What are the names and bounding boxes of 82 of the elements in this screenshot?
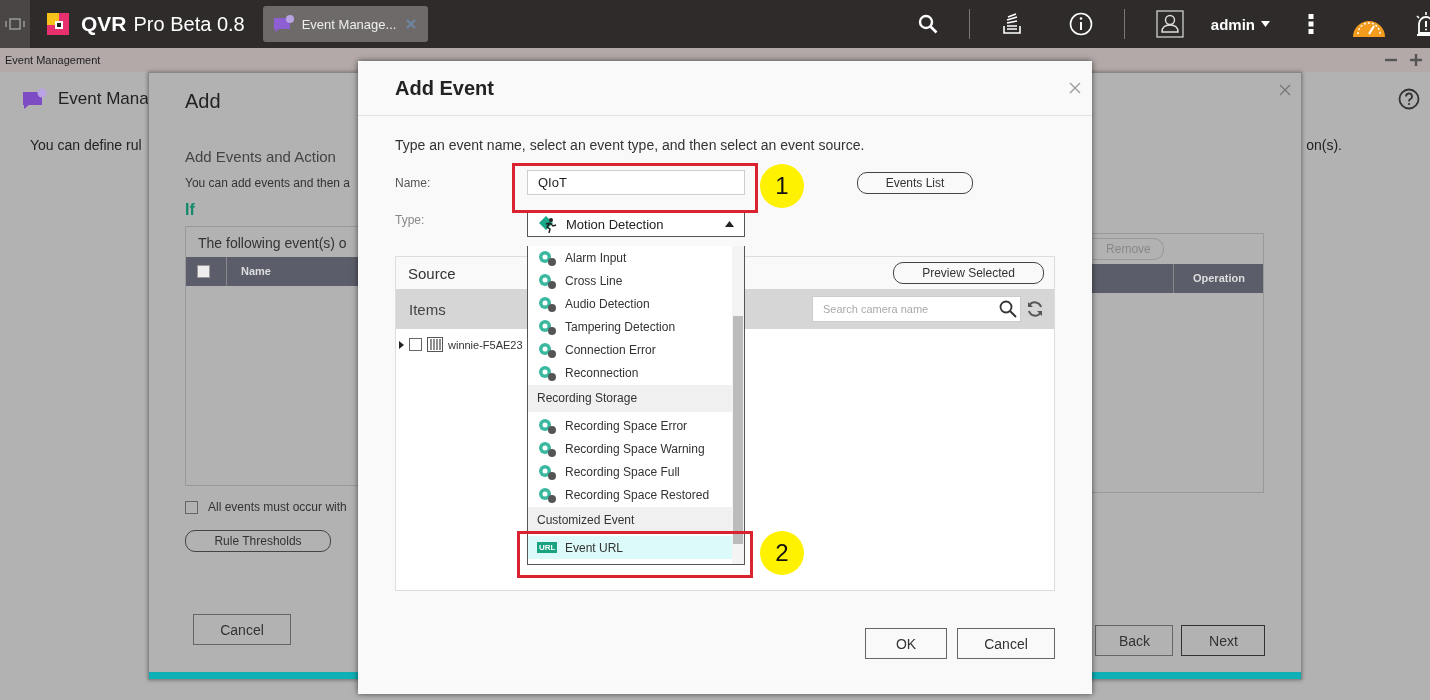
user-icon[interactable] — [1155, 10, 1184, 38]
select-all-checkbox[interactable] — [197, 265, 210, 278]
chat-bubble-icon — [272, 15, 295, 33]
type-option[interactable]: URL Event URL — [528, 536, 732, 559]
event-type-icon — [537, 439, 557, 458]
search-field[interactable]: Search camera name — [812, 296, 1021, 322]
wizard-title: Add — [185, 90, 221, 113]
help-icon[interactable] — [1398, 88, 1420, 110]
app-tab[interactable]: Event Manage... — [262, 6, 428, 42]
source-title: Source — [408, 264, 456, 282]
checkbox-label: All events must occur with — [208, 500, 347, 514]
scrollbar[interactable] — [732, 246, 744, 564]
url-badge: URL — [537, 542, 557, 553]
running-person-icon — [538, 215, 558, 233]
tree-item-label[interactable]: winnie-F5AE23 — [448, 338, 523, 351]
stack-icon[interactable] — [1000, 13, 1023, 35]
event-type-icon — [537, 271, 557, 290]
event-type-icon — [537, 340, 557, 359]
info-icon[interactable] — [1068, 12, 1093, 36]
type-label: Type: — [395, 212, 426, 227]
checkbox[interactable] — [185, 500, 198, 514]
search-icon[interactable] — [999, 300, 1017, 318]
type-option[interactable]: Alarm Input — [528, 246, 732, 269]
user-menu[interactable]: admin — [1210, 15, 1255, 33]
page-description: You can define rul — [30, 137, 142, 153]
type-option[interactable]: Connection Error — [528, 338, 732, 361]
events-list-button[interactable]: Events List — [857, 171, 973, 194]
dialog-title: Add Event — [395, 76, 494, 100]
items-label: Items — [409, 300, 446, 318]
page-title: Event Mana — [58, 89, 149, 109]
ok-button[interactable]: OK — [865, 628, 947, 659]
panel-toggle[interactable] — [0, 0, 30, 48]
tab-label: Event Manage... — [301, 16, 398, 32]
server-icon — [427, 337, 443, 352]
caret-icon — [1261, 21, 1270, 27]
name-input[interactable]: QIoT — [527, 170, 745, 195]
preview-selected-button[interactable]: Preview Selected — [893, 262, 1044, 284]
event-type-icon — [537, 363, 557, 382]
type-option[interactable]: Cross Line — [528, 269, 732, 292]
name-label: Name: — [395, 175, 432, 190]
caret-icon — [725, 221, 734, 227]
rule-thresholds-button[interactable]: Rule Thresholds — [185, 530, 331, 552]
screen-icon — [5, 17, 25, 31]
column-header: Operation — [1173, 264, 1264, 293]
type-option[interactable]: Reconnection — [528, 361, 732, 384]
next-button[interactable]: Next — [1181, 625, 1266, 656]
type-option[interactable]: Recording Space Restored — [528, 483, 732, 506]
search-icon[interactable] — [917, 14, 938, 34]
section-text: You can add events and then a — [185, 176, 351, 190]
app-name: QVR — [81, 12, 127, 36]
plus-icon[interactable] — [1410, 54, 1422, 66]
more-menu-icon[interactable] — [1308, 14, 1314, 34]
if-label: If — [185, 201, 195, 219]
section-title: Add Events and Action — [185, 148, 336, 165]
cancel-button[interactable]: Cancel — [193, 614, 291, 645]
table-caption: The following event(s) o — [197, 234, 348, 253]
app-logo-icon — [45, 11, 71, 37]
chat-bubble-icon — [22, 88, 48, 110]
page-description-end: on(s). — [1306, 137, 1342, 153]
event-type-icon — [537, 462, 557, 481]
instruction-text: Type an event name, select an event type, and then select an event source. — [395, 137, 866, 153]
option-group-label: Recording Storage — [528, 385, 732, 412]
step-number: 1 — [760, 164, 804, 208]
cancel-button[interactable]: Cancel — [957, 628, 1055, 659]
back-button[interactable]: Back — [1095, 625, 1174, 656]
expand-arrow-icon[interactable] — [398, 340, 404, 349]
app-version: Pro Beta 0.8 — [133, 12, 245, 36]
refresh-icon[interactable] — [1026, 300, 1044, 318]
close-icon[interactable] — [1069, 82, 1081, 94]
type-option[interactable]: Audio Detection — [528, 292, 732, 315]
tree-checkbox[interactable] — [409, 338, 422, 351]
type-option[interactable]: Tampering Detection — [528, 315, 732, 338]
event-type-icon — [537, 485, 557, 504]
type-select[interactable]: Motion Detection — [527, 211, 745, 237]
type-option[interactable]: Recording Space Warning — [528, 437, 732, 460]
type-option[interactable]: Recording Space Full — [528, 460, 732, 483]
event-type-icon — [537, 317, 557, 336]
event-type-icon — [537, 294, 557, 313]
event-type-icon — [537, 416, 557, 435]
type-option[interactable]: Recording Space Error — [528, 414, 732, 437]
column-header: Name — [226, 257, 271, 286]
window-title: Event Management — [5, 54, 101, 66]
